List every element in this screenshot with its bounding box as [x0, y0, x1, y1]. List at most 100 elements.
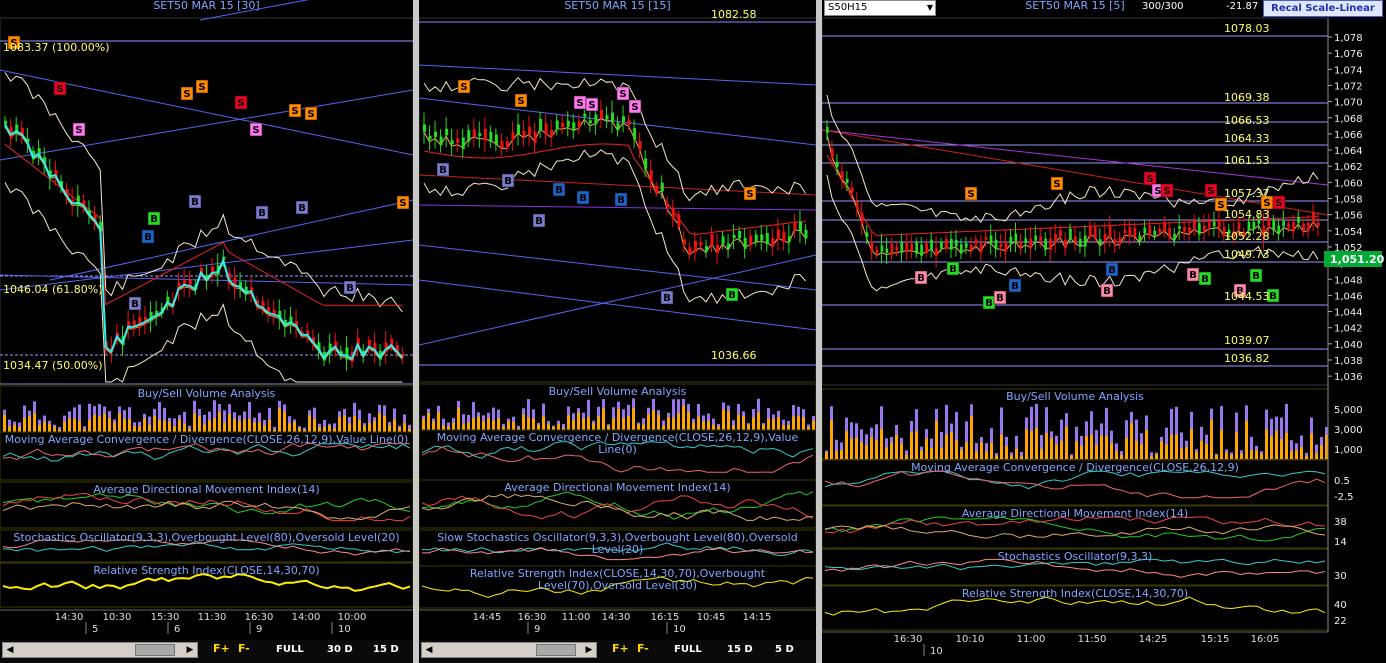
chart-30min-canvas[interactable]: SET50 MAR 15 [30]SSSSSSSS SSBBBBB BB1083.3… — [0, 0, 413, 640]
signal-letter: B — [258, 208, 266, 219]
chart-panel-15min[interactable]: SET50 MAR 15 [15] S S S S S S S B B B B B B B B 1082.58 1… — [419, 0, 816, 640]
volume-bar — [682, 405, 685, 430]
price-axis-label: 1,042 — [1334, 324, 1363, 335]
font-decrease-button[interactable]: F- — [238, 642, 250, 655]
candle-body — [671, 207, 675, 220]
symbol-selector[interactable]: S50H15 ▼ — [824, 0, 936, 16]
price-axis-label: 1,054 — [1334, 227, 1363, 238]
volume-bar — [672, 417, 675, 430]
bollinger-lower-line — [423, 149, 806, 305]
signal-letter: B — [617, 195, 625, 206]
price-level-label: 1069.38 — [1224, 91, 1270, 104]
chart-5min-canvas[interactable]: SET50 MAR 15 [5]SS SS S SS S SBBB BB BB B BBBB107… — [822, 0, 1386, 663]
candle-body — [511, 132, 515, 141]
scroll-right-icon[interactable]: ▶ — [582, 643, 596, 657]
time-tick-label: 16:05 — [1251, 634, 1280, 645]
volume-bar — [1280, 439, 1283, 459]
time-tick-label: 16:30 — [894, 634, 923, 645]
volume-bar — [1015, 448, 1018, 459]
scroll-left-icon[interactable]: ◀ — [3, 643, 17, 657]
volume-bar — [123, 419, 126, 432]
candle-body — [660, 182, 664, 192]
signal-letter: B — [663, 293, 671, 304]
range-15d-button[interactable]: 15 D — [727, 643, 753, 657]
indicator-line — [2, 443, 411, 462]
range-15d-button[interactable]: 15 D — [373, 643, 399, 657]
volume-bar — [812, 420, 815, 430]
full-button[interactable]: FULL — [674, 643, 702, 657]
candle-body — [1074, 236, 1077, 242]
volume-bar — [323, 426, 326, 432]
candle-body — [930, 239, 933, 251]
candle-body — [787, 236, 791, 242]
volume-bar — [737, 414, 740, 430]
signal-letter: S — [399, 198, 406, 209]
volume-bar — [772, 418, 775, 430]
signal-letter: B — [1252, 271, 1260, 282]
candle-body — [804, 229, 808, 239]
scroll-thumb[interactable] — [536, 644, 576, 656]
volume-bar — [388, 425, 391, 432]
candle-body — [954, 239, 958, 247]
volume-bar — [43, 421, 46, 432]
price-level-label: 1036.66 — [711, 349, 757, 362]
scroll-right-icon[interactable]: ▶ — [183, 643, 197, 657]
volume-bar — [840, 449, 843, 459]
signal-letter: B — [150, 214, 158, 225]
font-increase-button[interactable]: F+ — [612, 642, 629, 655]
fast-average-line — [4, 123, 404, 361]
range-5d-button[interactable]: 5 D — [775, 643, 794, 657]
volume-bar — [955, 440, 958, 459]
time-tick-label: 14:00 — [292, 612, 321, 623]
volume-bar — [920, 450, 923, 459]
chart-15min-canvas[interactable]: SET50 MAR 15 [15]SS S SSSSBBBB BBB B1082.581… — [419, 0, 816, 640]
candle-body — [1103, 234, 1107, 242]
date-tick-label: 10 — [930, 646, 943, 657]
volume-bar — [527, 417, 530, 430]
volume-bar — [477, 416, 480, 430]
volume-bar — [28, 416, 31, 432]
chart-panel-30min[interactable]: SET50 MAR 15 [30] S S S S S S S S S S B B B B B B B 1083.3… — [0, 0, 413, 640]
dropdown-arrow-icon[interactable]: ▼ — [927, 1, 933, 15]
volume-bar — [203, 424, 206, 432]
volume-bar — [98, 416, 101, 432]
full-button[interactable]: FULL — [276, 643, 304, 657]
price-level-label: 1052.28 — [1224, 230, 1270, 243]
scroll-thumb[interactable] — [135, 644, 175, 656]
scroll-left-icon[interactable]: ◀ — [422, 643, 436, 657]
indicator-axis-label: 14 — [1334, 537, 1347, 548]
panel2-scrollbar[interactable]: ◀ ▶ — [421, 642, 597, 658]
last-price-label: 1,051.20 — [1330, 253, 1385, 266]
volume-bar — [802, 417, 805, 430]
volume-bar — [1070, 455, 1073, 459]
volume-bar — [73, 418, 76, 432]
candle-body — [132, 320, 136, 330]
time-tick-label: 11:30 — [198, 612, 227, 623]
volume-bar — [1020, 456, 1023, 459]
recal-scale-button[interactable]: Recal Scale-Linear — [1263, 0, 1383, 17]
volume-bar — [622, 418, 625, 430]
font-increase-button[interactable]: F+ — [213, 642, 230, 655]
candle-body — [1212, 221, 1216, 227]
candle-body — [1173, 233, 1176, 240]
signal-letter: B — [1269, 291, 1277, 302]
volume-bar — [582, 418, 585, 430]
font-decrease-button[interactable]: F- — [637, 642, 649, 655]
volume-bar — [383, 415, 386, 432]
volume-bar — [855, 437, 858, 459]
volume-bar — [138, 426, 141, 432]
chart-panel-5min[interactable]: SET50 MAR 15 [5] S S S S S S S S S B B B B B B B B B B B B 107… — [822, 0, 1386, 663]
volume-bar — [980, 442, 983, 459]
volume-bar — [1080, 445, 1083, 459]
candle-body — [345, 347, 349, 360]
volume-bar — [747, 424, 750, 430]
range-30d-button[interactable]: 30 D — [327, 643, 353, 657]
volume-bar — [1025, 429, 1028, 459]
moving-average-mid-line — [423, 117, 806, 256]
candle-body — [445, 128, 449, 136]
signal-letter: B — [555, 185, 563, 196]
indicator-axis-label: 3,000 — [1334, 425, 1363, 436]
panel1-scrollbar[interactable]: ◀ ▶ — [2, 642, 198, 658]
volume-bar — [1140, 444, 1143, 459]
time-tick-label: 16:15 — [651, 612, 680, 623]
